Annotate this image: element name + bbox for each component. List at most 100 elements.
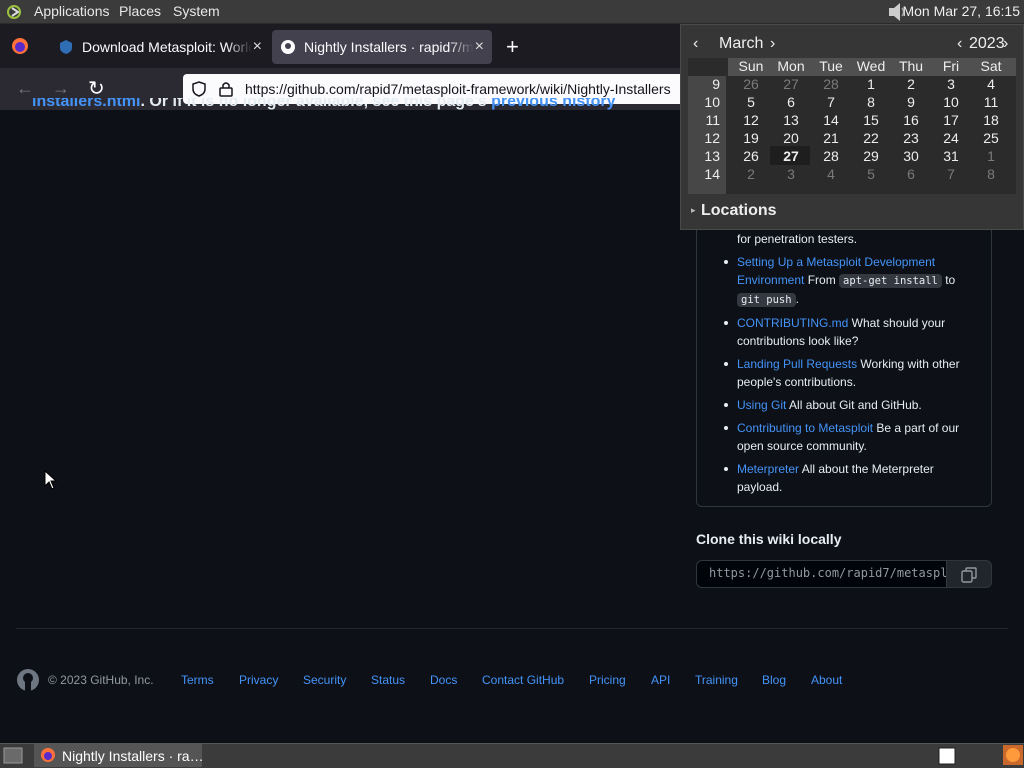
calendar-day[interactable]: 7 <box>931 166 971 182</box>
calendar-day[interactable]: 29 <box>851 148 891 164</box>
fragment-text: . Or if it is no longer available, see t… <box>140 98 492 110</box>
tab-close-button[interactable]: × <box>253 38 262 56</box>
mouse-cursor-icon <box>44 470 58 490</box>
github-logo-icon[interactable] <box>16 668 40 692</box>
tab-title: Download Metasploit: World <box>82 39 252 55</box>
calendar-day[interactable]: 21 <box>811 130 851 146</box>
item-text: for penetration testers. <box>737 232 858 246</box>
firefox-icon <box>41 748 55 762</box>
calendar-day[interactable]: 24 <box>931 130 971 146</box>
calendar-day[interactable]: 20 <box>771 130 811 146</box>
shield-icon[interactable] <box>191 81 207 97</box>
next-month-icon[interactable]: › <box>770 35 775 53</box>
calendar-day[interactable]: 30 <box>891 148 931 164</box>
calendar-day[interactable]: 1 <box>851 76 891 92</box>
expander-arrow-icon[interactable]: ▸ <box>691 205 696 216</box>
calendar-day[interactable]: 15 <box>851 112 891 128</box>
calendar-day[interactable]: 7 <box>811 94 851 110</box>
meterpreter-link[interactable]: Meterpreter <box>737 462 799 476</box>
calendar-day[interactable]: 18 <box>971 112 1011 128</box>
tab-download-metasploit[interactable]: Download Metasploit: World × <box>50 30 270 64</box>
calendar-day-today[interactable]: 27 <box>771 148 811 164</box>
forward-arrow-icon[interactable]: → <box>52 78 70 99</box>
calendar-day[interactable]: 28 <box>811 76 851 92</box>
previous-history-link[interactable]: previous history <box>491 98 615 110</box>
calendar-day[interactable]: 5 <box>851 166 891 182</box>
list-item: Contributing to Metasploit Be a part of … <box>720 419 970 455</box>
calendar-day[interactable]: 28 <box>811 148 851 164</box>
calendar-day[interactable]: 16 <box>891 112 931 128</box>
weekday-label: Wed <box>856 58 886 74</box>
os-logo-icon[interactable] <box>6 3 26 21</box>
locations-expander[interactable]: Locations <box>701 202 777 220</box>
footer-link-about[interactable]: About <box>811 673 842 687</box>
clock[interactable]: Mon Mar 27, 16:15 <box>902 3 1020 19</box>
taskbar-window-title: Nightly Installers · ra… <box>62 747 202 764</box>
calendar-day[interactable]: 12 <box>731 112 771 128</box>
copy-button[interactable] <box>946 560 992 588</box>
calendar-day[interactable]: 8 <box>971 166 1011 182</box>
footer-link-contact[interactable]: Contact GitHub <box>482 673 564 687</box>
calendar-day[interactable]: 17 <box>931 112 971 128</box>
landing-pull-requests-link[interactable]: Landing Pull Requests <box>737 357 857 371</box>
menu-places[interactable]: Places <box>119 3 161 19</box>
contributing-to-metasploit-link[interactable]: Contributing to Metasploit <box>737 421 873 435</box>
copy-icon <box>961 567 977 583</box>
clone-url-input[interactable]: https://github.com/rapid7/metasploit-fra… <box>696 560 947 588</box>
menu-applications[interactable]: Applications <box>34 3 110 19</box>
firefox-menu-icon[interactable] <box>10 36 30 56</box>
calendar-day[interactable]: 10 <box>931 94 971 110</box>
prev-month-icon[interactable]: ‹ <box>693 35 698 53</box>
calendar-day[interactable]: 3 <box>931 76 971 92</box>
prev-year-icon[interactable]: ‹ <box>957 35 962 53</box>
calendar-day[interactable]: 14 <box>811 112 851 128</box>
show-desktop-icon[interactable] <box>3 747 23 764</box>
footer-link-privacy[interactable]: Privacy <box>239 673 278 687</box>
week-number: 14 <box>704 166 720 182</box>
new-tab-button[interactable]: + <box>506 34 519 60</box>
footer-link-docs[interactable]: Docs <box>430 673 457 687</box>
footer-link-api[interactable]: API <box>651 673 670 687</box>
calendar-day[interactable]: 4 <box>811 166 851 182</box>
calendar-day[interactable]: 6 <box>891 166 931 182</box>
calendar-day[interactable]: 6 <box>771 94 811 110</box>
calendar-day[interactable]: 31 <box>931 148 971 164</box>
contributing-md-link[interactable]: CONTRIBUTING.md <box>737 316 848 330</box>
tab-nightly-installers[interactable]: Nightly Installers · rapid7/me × <box>272 30 492 64</box>
footer-link-blog[interactable]: Blog <box>762 673 786 687</box>
lock-icon[interactable] <box>219 81 233 97</box>
footer-link-pricing[interactable]: Pricing <box>589 673 626 687</box>
workspace-switcher-icon[interactable] <box>938 747 956 765</box>
calendar-day[interactable]: 3 <box>771 166 811 182</box>
calendar-day[interactable]: 2 <box>731 166 771 182</box>
calendar-day[interactable]: 19 <box>731 130 771 146</box>
footer-link-status[interactable]: Status <box>371 673 405 687</box>
menu-system[interactable]: System <box>173 3 220 19</box>
item-text: . <box>795 292 799 306</box>
calendar-day[interactable]: 2 <box>891 76 931 92</box>
firefox-tray-icon[interactable] <box>1003 745 1023 765</box>
footer-link-terms[interactable]: Terms <box>181 673 214 687</box>
calendar-day[interactable]: 26 <box>731 76 771 92</box>
calendar-day[interactable]: 8 <box>851 94 891 110</box>
back-arrow-icon[interactable]: ← <box>16 78 34 99</box>
calendar-day[interactable]: 4 <box>971 76 1011 92</box>
calendar-day[interactable]: 26 <box>731 148 771 164</box>
calendar-day[interactable]: 22 <box>851 130 891 146</box>
taskbar-window-button[interactable]: Nightly Installers · ra… <box>34 744 202 767</box>
calendar-day[interactable]: 23 <box>891 130 931 146</box>
calendar-day[interactable]: 5 <box>731 94 771 110</box>
tab-close-button[interactable]: × <box>475 38 484 56</box>
footer-link-training[interactable]: Training <box>695 673 738 687</box>
calendar-day[interactable]: 9 <box>891 94 931 110</box>
calendar-day[interactable]: 13 <box>771 112 811 128</box>
next-year-icon[interactable]: › <box>1003 35 1008 53</box>
using-git-link[interactable]: Using Git <box>737 398 786 412</box>
calendar-day[interactable]: 11 <box>971 94 1011 110</box>
calendar-day[interactable]: 25 <box>971 130 1011 146</box>
footer-link-security[interactable]: Security <box>303 673 346 687</box>
calendar-day[interactable]: 1 <box>971 148 1011 164</box>
installers-link[interactable]: installers.html <box>32 98 140 110</box>
url-text[interactable]: https://github.com/rapid7/metasploit-fra… <box>245 81 671 97</box>
calendar-day[interactable]: 27 <box>771 76 811 92</box>
